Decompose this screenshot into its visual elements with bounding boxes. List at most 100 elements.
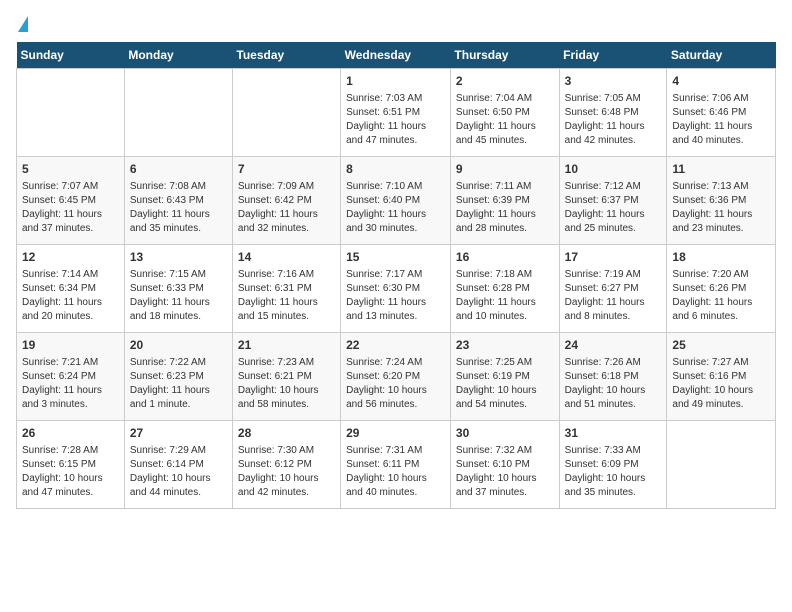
day-number: 19 — [22, 337, 119, 354]
day-number: 3 — [565, 73, 662, 90]
calendar-week-row: 19Sunrise: 7:21 AM Sunset: 6:24 PM Dayli… — [17, 333, 776, 421]
column-header-thursday: Thursday — [450, 42, 559, 69]
calendar-table: SundayMondayTuesdayWednesdayThursdayFrid… — [16, 42, 776, 509]
day-number: 13 — [130, 249, 227, 266]
calendar-week-row: 26 Sunrise: 7:28 AM Sunset: 6:15 PM Dayli… — [17, 421, 776, 509]
day-number: 15 — [346, 249, 445, 266]
calendar-header-row: SundayMondayTuesdayWednesdayThursdayFrid… — [17, 42, 776, 69]
day-info: Sunrise: 7:12 AM Sunset: 6:37 PM Dayligh… — [565, 180, 662, 236]
day-info: Sunrise: 7:26 AM Sunset: 6:18 PM Dayligh… — [565, 356, 662, 412]
calendar-cell: 4 Sunrise: 7:06 AM Sunset: 6:46 PM Daylig… — [667, 69, 776, 157]
day-info: Sunrise: 7:20 AM Sunset: 6:26 PM Dayligh… — [672, 268, 770, 324]
calendar-cell: 25 Sunrise: 7:27 AM Sunset: 6:16 PM Dayli… — [667, 333, 776, 421]
day-number: 6 — [130, 161, 227, 178]
calendar-cell: 5 Sunrise: 7:07 AM Sunset: 6:45 PM Daylig… — [17, 157, 125, 245]
day-number: 2 — [456, 73, 554, 90]
calendar-week-row: 12Sunrise: 7:14 AM Sunset: 6:34 PM Dayli… — [17, 245, 776, 333]
day-number: 30 — [456, 425, 554, 442]
calendar-cell: 13 Sunrise: 7:15 AM Sunset: 6:33 PM Dayli… — [124, 245, 232, 333]
day-number: 31 — [565, 425, 662, 442]
day-info: Sunrise: 7:15 AM Sunset: 6:33 PM Dayligh… — [130, 268, 227, 324]
calendar-cell: 11 Sunrise: 7:13 AM Sunset: 6:36 PM Dayli… — [667, 157, 776, 245]
day-info: Sunrise: 7:11 AM Sunset: 6:39 PM Dayligh… — [456, 180, 554, 236]
calendar-cell: 1 Sunrise: 7:03 AM Sunset: 6:51 PM Daylig… — [341, 69, 451, 157]
calendar-cell: 29 Sunrise: 7:31 AM Sunset: 6:11 PM Dayli… — [341, 421, 451, 509]
calendar-cell: 7 Sunrise: 7:09 AM Sunset: 6:42 PM Daylig… — [232, 157, 340, 245]
calendar-cell — [667, 421, 776, 509]
day-info: Sunrise: 7:07 AM Sunset: 6:45 PM Dayligh… — [22, 180, 119, 236]
day-info: Sunrise: 7:03 AM Sunset: 6:51 PM Dayligh… — [346, 92, 445, 148]
column-header-monday: Monday — [124, 42, 232, 69]
calendar-cell: 18 Sunrise: 7:20 AM Sunset: 6:26 PM Dayli… — [667, 245, 776, 333]
day-number: 16 — [456, 249, 554, 266]
calendar-week-row: 5 Sunrise: 7:07 AM Sunset: 6:45 PM Daylig… — [17, 157, 776, 245]
day-info: Sunrise: 7:16 AM Sunset: 6:31 PM Dayligh… — [238, 268, 335, 324]
calendar-cell: 8 Sunrise: 7:10 AM Sunset: 6:40 PM Daylig… — [341, 157, 451, 245]
day-info: Sunrise: 7:32 AM Sunset: 6:10 PM Dayligh… — [456, 444, 554, 500]
day-info: Sunrise: 7:25 AM Sunset: 6:19 PM Dayligh… — [456, 356, 554, 412]
calendar-cell: 3Sunrise: 7:05 AM Sunset: 6:48 PM Daylig… — [559, 69, 667, 157]
day-info: Sunrise: 7:23 AM Sunset: 6:21 PM Dayligh… — [238, 356, 335, 412]
day-number: 29 — [346, 425, 445, 442]
page-header — [16, 16, 776, 34]
column-header-saturday: Saturday — [667, 42, 776, 69]
day-number: 22 — [346, 337, 445, 354]
day-number: 28 — [238, 425, 335, 442]
calendar-cell: 31 Sunrise: 7:33 AM Sunset: 6:09 PM Dayli… — [559, 421, 667, 509]
calendar-cell: 10 Sunrise: 7:12 AM Sunset: 6:37 PM Dayli… — [559, 157, 667, 245]
day-number: 20 — [130, 337, 227, 354]
day-info: Sunrise: 7:10 AM Sunset: 6:40 PM Dayligh… — [346, 180, 445, 236]
day-info: Sunrise: 7:33 AM Sunset: 6:09 PM Dayligh… — [565, 444, 662, 500]
column-header-sunday: Sunday — [17, 42, 125, 69]
day-info: Sunrise: 7:06 AM Sunset: 6:46 PM Dayligh… — [672, 92, 770, 148]
day-info: Sunrise: 7:30 AM Sunset: 6:12 PM Dayligh… — [238, 444, 335, 500]
day-info: Sunrise: 7:29 AM Sunset: 6:14 PM Dayligh… — [130, 444, 227, 500]
calendar-cell: 17 Sunrise: 7:19 AM Sunset: 6:27 PM Dayli… — [559, 245, 667, 333]
day-info: Sunrise: 7:27 AM Sunset: 6:16 PM Dayligh… — [672, 356, 770, 412]
calendar-cell: 27Sunrise: 7:29 AM Sunset: 6:14 PM Dayli… — [124, 421, 232, 509]
column-header-wednesday: Wednesday — [341, 42, 451, 69]
day-number: 25 — [672, 337, 770, 354]
day-number: 18 — [672, 249, 770, 266]
calendar-cell: 12Sunrise: 7:14 AM Sunset: 6:34 PM Dayli… — [17, 245, 125, 333]
day-info: Sunrise: 7:09 AM Sunset: 6:42 PM Dayligh… — [238, 180, 335, 236]
day-number: 4 — [672, 73, 770, 90]
day-info: Sunrise: 7:31 AM Sunset: 6:11 PM Dayligh… — [346, 444, 445, 500]
day-info: Sunrise: 7:22 AM Sunset: 6:23 PM Dayligh… — [130, 356, 227, 412]
day-number: 5 — [22, 161, 119, 178]
calendar-cell: 2 Sunrise: 7:04 AM Sunset: 6:50 PM Daylig… — [450, 69, 559, 157]
day-number: 24 — [565, 337, 662, 354]
day-number: 8 — [346, 161, 445, 178]
day-number: 10 — [565, 161, 662, 178]
day-number: 9 — [456, 161, 554, 178]
day-info: Sunrise: 7:14 AM Sunset: 6:34 PM Dayligh… — [22, 268, 119, 324]
day-number: 21 — [238, 337, 335, 354]
day-info: Sunrise: 7:04 AM Sunset: 6:50 PM Dayligh… — [456, 92, 554, 148]
day-number: 11 — [672, 161, 770, 178]
calendar-cell — [124, 69, 232, 157]
calendar-cell: 20 Sunrise: 7:22 AM Sunset: 6:23 PM Dayli… — [124, 333, 232, 421]
day-number: 14 — [238, 249, 335, 266]
day-info: Sunrise: 7:28 AM Sunset: 6:15 PM Dayligh… — [22, 444, 119, 500]
day-info: Sunrise: 7:18 AM Sunset: 6:28 PM Dayligh… — [456, 268, 554, 324]
logo — [16, 16, 28, 34]
day-info: Sunrise: 7:17 AM Sunset: 6:30 PM Dayligh… — [346, 268, 445, 324]
calendar-cell — [17, 69, 125, 157]
day-info: Sunrise: 7:13 AM Sunset: 6:36 PM Dayligh… — [672, 180, 770, 236]
calendar-cell — [232, 69, 340, 157]
calendar-cell: 22 Sunrise: 7:24 AM Sunset: 6:20 PM Dayli… — [341, 333, 451, 421]
calendar-cell: 9 Sunrise: 7:11 AM Sunset: 6:39 PM Daylig… — [450, 157, 559, 245]
column-header-friday: Friday — [559, 42, 667, 69]
logo-triangle-icon — [18, 16, 28, 32]
day-number: 17 — [565, 249, 662, 266]
calendar-cell: 21 Sunrise: 7:23 AM Sunset: 6:21 PM Dayli… — [232, 333, 340, 421]
day-number: 1 — [346, 73, 445, 90]
day-number: 26 — [22, 425, 119, 442]
column-header-tuesday: Tuesday — [232, 42, 340, 69]
day-info: Sunrise: 7:24 AM Sunset: 6:20 PM Dayligh… — [346, 356, 445, 412]
day-info: Sunrise: 7:08 AM Sunset: 6:43 PM Dayligh… — [130, 180, 227, 236]
day-number: 7 — [238, 161, 335, 178]
calendar-cell: 15 Sunrise: 7:17 AM Sunset: 6:30 PM Dayli… — [341, 245, 451, 333]
calendar-cell: 24 Sunrise: 7:26 AM Sunset: 6:18 PM Dayli… — [559, 333, 667, 421]
day-info: Sunrise: 7:19 AM Sunset: 6:27 PM Dayligh… — [565, 268, 662, 324]
